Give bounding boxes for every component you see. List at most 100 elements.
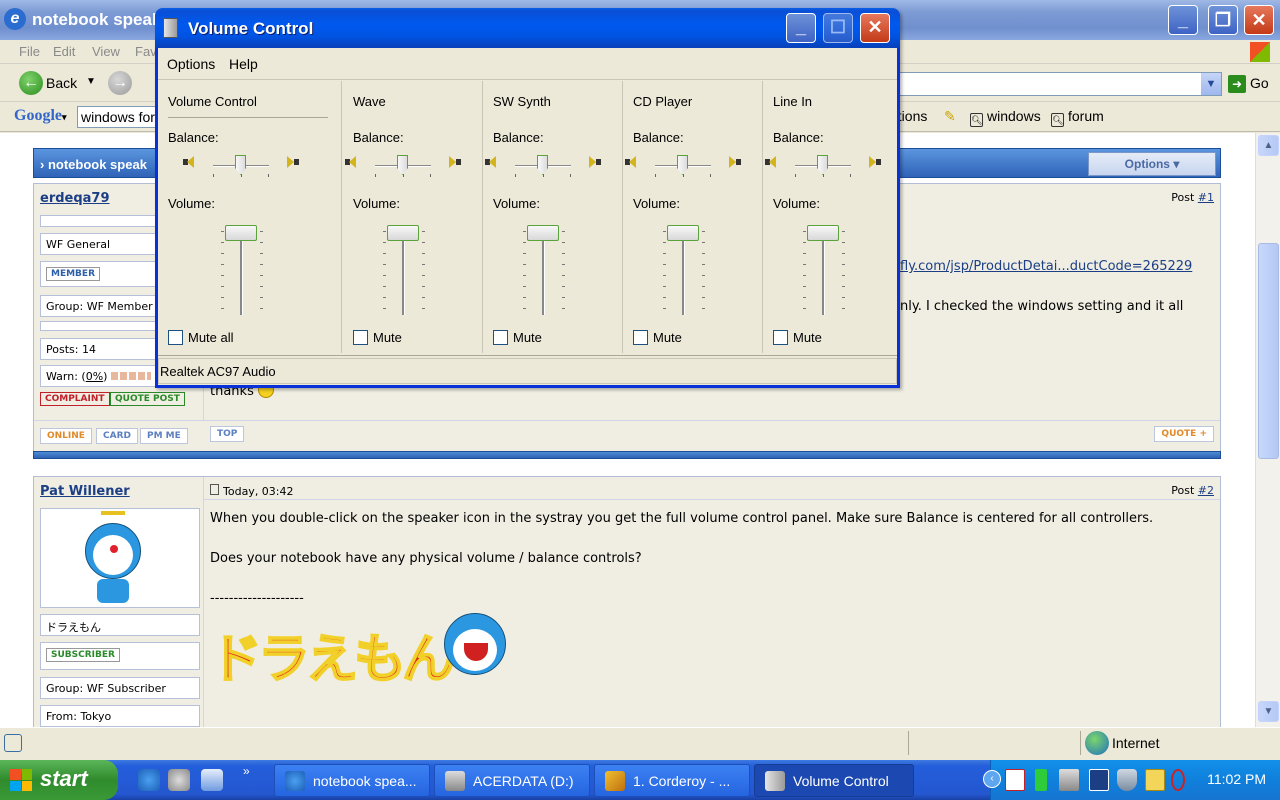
volume-tick xyxy=(221,275,224,276)
restore-button[interactable]: ❐ xyxy=(1208,5,1238,35)
ie-quicklaunch-icon[interactable] xyxy=(138,769,160,791)
desktop-quicklaunch-icon[interactable] xyxy=(201,769,223,791)
balance-slider[interactable] xyxy=(537,155,548,175)
volume-slider[interactable] xyxy=(807,225,839,241)
tray-expand-icon[interactable]: ‹ xyxy=(983,770,1001,788)
address-bar-input[interactable]: ▼ xyxy=(888,72,1222,96)
task-corderoy[interactable]: 1. Corderoy - ... xyxy=(594,764,750,797)
post-1-username[interactable]: erdeqa79 xyxy=(40,191,110,206)
forward-arrow-icon[interactable]: → xyxy=(108,71,132,95)
speaker-right-icon xyxy=(449,155,461,169)
warn-percent-link[interactable]: 0% xyxy=(86,370,103,383)
display-tray-icon[interactable] xyxy=(1089,769,1109,791)
scroll-thumb[interactable] xyxy=(1258,243,1279,459)
vc-menu-options[interactable]: Options xyxy=(167,56,215,72)
volume-tick xyxy=(842,308,845,309)
network-tray-icon[interactable] xyxy=(1059,769,1079,791)
topic-options-button[interactable]: Options ▾ xyxy=(1088,152,1216,176)
mute-checkbox[interactable] xyxy=(168,330,183,345)
balance-tick xyxy=(823,174,824,177)
post-1-permalink[interactable]: #1 xyxy=(1198,191,1214,204)
post-1-link[interactable]: fly.com/jsp/ProductDetai...ductCode=2652… xyxy=(900,259,1192,274)
quicklaunch-chevron-icon[interactable]: » xyxy=(243,764,250,778)
close-button[interactable]: ✕ xyxy=(1244,5,1274,35)
browser-status-bar: Internet xyxy=(0,727,1280,757)
volume-slider[interactable] xyxy=(387,225,419,241)
quote-plus-button[interactable]: QUOTE + xyxy=(1154,426,1214,442)
post-label: Post xyxy=(1171,484,1195,497)
balance-tick xyxy=(850,174,851,177)
task-acerdata[interactable]: ACERDATA (D:) xyxy=(434,764,590,797)
task-notebook-speaker[interactable]: notebook spea... xyxy=(274,764,430,797)
scroll-up-icon[interactable]: ▲ xyxy=(1258,135,1279,156)
start-button[interactable]: start xyxy=(0,760,118,800)
volume-tick xyxy=(562,308,565,309)
antivirus-tray-icon[interactable] xyxy=(1005,769,1025,791)
google-button-forum[interactable]: 🔍︎ forum xyxy=(1051,108,1104,127)
balance-slider[interactable] xyxy=(397,155,408,175)
minimize-button[interactable]: _ xyxy=(1168,5,1198,35)
post-icon xyxy=(210,484,219,495)
back-arrow-icon[interactable]: ← xyxy=(19,71,43,95)
google-button-windows[interactable]: 🔍︎ windows xyxy=(970,108,1041,127)
scroll-down-icon[interactable]: ▼ xyxy=(1258,701,1279,722)
google-logo[interactable]: Google▾ xyxy=(14,107,67,125)
volume-tick xyxy=(842,286,845,287)
balance-slider[interactable] xyxy=(677,155,688,175)
google-menu-icon: ▾ xyxy=(62,112,67,122)
volume-slider[interactable] xyxy=(667,225,699,241)
volume-tick xyxy=(842,297,845,298)
google-logo-text: Google xyxy=(14,107,62,124)
mute-checkbox[interactable] xyxy=(493,330,508,345)
monitor-tray-icon[interactable] xyxy=(1145,769,1165,791)
menu-edit[interactable]: Edit xyxy=(53,44,75,59)
security-shield-icon[interactable] xyxy=(1117,769,1137,791)
online-button[interactable]: ONLINE xyxy=(40,428,92,444)
back-dropdown-icon[interactable]: ▼ xyxy=(86,76,96,87)
task-volume-control[interactable]: Volume Control xyxy=(754,764,914,797)
post-separator-bar xyxy=(33,451,1221,459)
balance-slider[interactable] xyxy=(235,155,246,175)
complaint-button[interactable]: COMPLAINT xyxy=(40,392,110,406)
highlighter-icon[interactable]: ✎ xyxy=(944,108,956,125)
post-2-permalink[interactable]: #2 xyxy=(1198,484,1214,497)
vc-close-button[interactable]: ✕ xyxy=(860,13,890,43)
volume-slider[interactable] xyxy=(225,225,257,241)
post-1-text: nly. I checked the windows setting and i… xyxy=(900,299,1184,314)
balance-slider[interactable] xyxy=(817,155,828,175)
vc-minimize-button[interactable]: _ xyxy=(786,13,816,43)
battery-tray-icon[interactable] xyxy=(1035,769,1047,791)
menu-favorites[interactable]: Fav xyxy=(135,44,157,59)
mute-checkbox[interactable] xyxy=(633,330,648,345)
volume-tick xyxy=(523,242,526,243)
messenger-quicklaunch-icon[interactable] xyxy=(168,769,190,791)
address-dropdown-icon[interactable]: ▼ xyxy=(1201,73,1221,95)
volume-slider[interactable] xyxy=(527,225,559,241)
back-button-label[interactable]: Back xyxy=(46,75,77,91)
post-2: Pat Willener ドラえもん SUBSCRIBER Group: WF … xyxy=(33,476,1221,727)
vertical-scrollbar[interactable]: ▲ ▼ xyxy=(1255,133,1280,727)
speaker-left-icon xyxy=(485,155,497,169)
volume-track xyxy=(402,229,405,315)
volume-tick xyxy=(221,308,224,309)
speaker-tray-icon[interactable] xyxy=(1171,769,1185,791)
menu-view[interactable]: View xyxy=(92,44,120,59)
speaker-right-icon xyxy=(589,155,601,169)
mute-checkbox[interactable] xyxy=(353,330,368,345)
volume-tick xyxy=(260,297,263,298)
post-2-divider xyxy=(204,499,1220,500)
menu-file[interactable]: File xyxy=(19,44,40,59)
post-2-username[interactable]: Pat Willener xyxy=(40,484,130,499)
pm-me-button[interactable]: PM ME xyxy=(140,428,188,444)
go-button[interactable]: ➜ Go xyxy=(1228,75,1269,93)
card-button[interactable]: CARD xyxy=(96,428,138,444)
vc-menu-help[interactable]: Help xyxy=(229,56,258,72)
volume-tick xyxy=(260,275,263,276)
quote-post-button[interactable]: QUOTE POST xyxy=(110,392,185,406)
taskbar: start » notebook spea... ACERDATA (D:) 1… xyxy=(0,760,1280,800)
signature-rule: -------------------- xyxy=(210,591,304,606)
search-term-icon: 🔍︎ xyxy=(1051,113,1064,127)
mute-checkbox[interactable] xyxy=(773,330,788,345)
windows-logo-icon xyxy=(1250,42,1270,62)
top-button[interactable]: TOP xyxy=(210,426,245,442)
